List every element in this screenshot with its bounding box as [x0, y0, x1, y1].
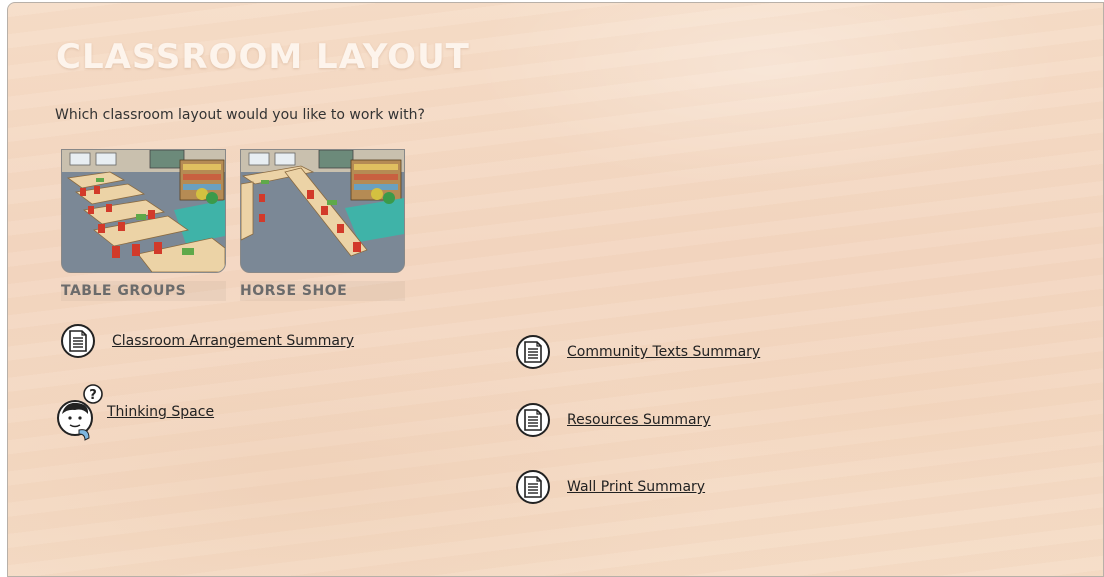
community-texts-summary-link[interactable]: Community Texts Summary	[516, 335, 760, 369]
document-icon[interactable]	[516, 403, 550, 437]
layout-prompt: Which classroom layout would you like to…	[55, 107, 425, 123]
resources-summary-link[interactable]: Resources Summary	[516, 403, 711, 437]
horse-shoe-label[interactable]: HORSE SHOE	[240, 281, 405, 301]
table-groups-thumbnail[interactable]	[61, 149, 226, 273]
document-icon[interactable]	[516, 335, 550, 369]
thought-bubble-mark: ?	[89, 388, 97, 403]
resources-summary-label[interactable]: Resources Summary	[567, 412, 711, 428]
classroom-arrangement-summary-link[interactable]: Classroom Arrangement Summary	[61, 324, 354, 358]
thinking-child-icon[interactable]: ?	[55, 384, 103, 441]
classroom-arrangement-summary-label[interactable]: Classroom Arrangement Summary	[112, 333, 354, 349]
layout-option-table-groups[interactable]: TABLE GROUPS	[61, 149, 226, 301]
layout-option-horse-shoe[interactable]: HORSE SHOE	[240, 149, 405, 301]
community-texts-summary-label[interactable]: Community Texts Summary	[567, 344, 760, 360]
document-icon[interactable]	[61, 324, 95, 358]
page-title: CLASSROOM LAYOUT	[56, 37, 470, 77]
wall-print-summary-label[interactable]: Wall Print Summary	[567, 479, 705, 495]
horse-shoe-thumbnail[interactable]	[240, 149, 405, 273]
table-groups-label[interactable]: TABLE GROUPS	[61, 281, 226, 301]
thinking-space-link[interactable]: ? Thinking Space	[55, 384, 214, 441]
wall-print-summary-link[interactable]: Wall Print Summary	[516, 470, 705, 504]
main-panel: CLASSROOM LAYOUT Which classroom layout …	[7, 2, 1104, 577]
thinking-space-label[interactable]: Thinking Space	[107, 404, 214, 420]
document-icon[interactable]	[516, 470, 550, 504]
